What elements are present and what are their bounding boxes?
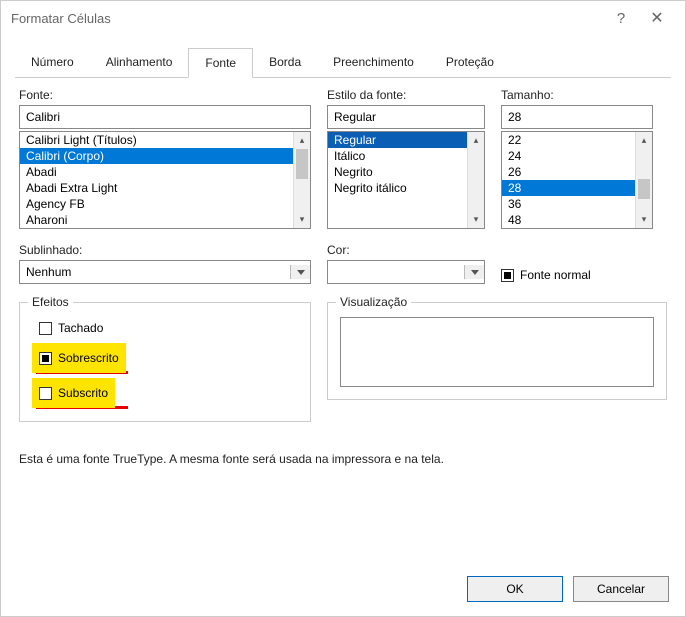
- titlebar: Formatar Células ? ✕: [1, 1, 685, 35]
- list-item[interactable]: 24: [502, 148, 652, 164]
- scroll-up-icon[interactable]: ▴: [294, 132, 310, 149]
- font-listbox[interactable]: Calibri Light (Títulos) Calibri (Corpo) …: [19, 131, 311, 229]
- preview-group: Visualização: [327, 302, 667, 400]
- list-item[interactable]: 28: [502, 180, 652, 196]
- size-listbox[interactable]: 22 24 26 28 36 48 ▴ ▾: [501, 131, 653, 229]
- list-item[interactable]: Negrito itálico: [328, 180, 484, 196]
- style-label: Estilo da fonte:: [327, 88, 485, 102]
- dialog-buttons: OK Cancelar: [467, 576, 669, 602]
- superscript-checkbox[interactable]: Sobrescrito: [36, 349, 122, 367]
- strikethrough-label: Tachado: [58, 321, 103, 335]
- underline-combo[interactable]: Nenhum: [19, 260, 311, 284]
- list-item[interactable]: 48: [502, 212, 652, 228]
- truetype-note: Esta é uma fonte TrueType. A mesma fonte…: [19, 452, 667, 466]
- superscript-label: Sobrescrito: [58, 351, 119, 365]
- scrollbar[interactable]: ▴ ▾: [293, 132, 310, 228]
- underline-label: Sublinhado:: [19, 243, 311, 257]
- style-input[interactable]: [327, 105, 485, 129]
- scroll-thumb[interactable]: [638, 179, 650, 199]
- list-item[interactable]: 36: [502, 196, 652, 212]
- preview-box: [340, 317, 654, 387]
- effects-group: Efeitos Tachado Sobrescrito: [19, 302, 311, 422]
- list-item[interactable]: Regular: [328, 132, 484, 148]
- size-input[interactable]: [501, 105, 653, 129]
- list-item[interactable]: Itálico: [328, 148, 484, 164]
- size-label: Tamanho:: [501, 88, 653, 102]
- list-item[interactable]: Abadi: [20, 164, 310, 180]
- list-item[interactable]: Aharoni: [20, 212, 310, 228]
- tab-protection[interactable]: Proteção: [430, 48, 510, 78]
- font-input[interactable]: [19, 105, 311, 129]
- tab-fill[interactable]: Preenchimento: [317, 48, 430, 78]
- tab-number[interactable]: Número: [15, 48, 90, 78]
- normal-font-checkbox[interactable]: Fonte normal: [501, 268, 591, 282]
- scroll-thumb[interactable]: [296, 149, 308, 179]
- scroll-up-icon[interactable]: ▴: [468, 132, 484, 149]
- subscript-checkbox[interactable]: Subscrito: [36, 384, 111, 402]
- style-listbox[interactable]: Regular Itálico Negrito Negrito itálico …: [327, 131, 485, 229]
- chevron-down-icon[interactable]: [290, 265, 310, 279]
- strikethrough-checkbox[interactable]: Tachado: [36, 319, 294, 337]
- list-item[interactable]: 22: [502, 132, 652, 148]
- list-item[interactable]: Calibri Light (Títulos): [20, 132, 310, 148]
- color-label: Cor:: [327, 243, 485, 257]
- scrollbar[interactable]: ▴ ▾: [467, 132, 484, 228]
- normal-font-label: Fonte normal: [520, 268, 591, 282]
- close-icon[interactable]: ✕: [639, 8, 675, 28]
- preview-legend: Visualização: [336, 295, 411, 309]
- list-item[interactable]: Negrito: [328, 164, 484, 180]
- list-item[interactable]: Calibri (Corpo): [20, 148, 310, 164]
- scroll-down-icon[interactable]: ▾: [468, 211, 484, 228]
- cancel-button[interactable]: Cancelar: [573, 576, 669, 602]
- tab-strip: Número Alinhamento Fonte Borda Preenchim…: [15, 47, 671, 78]
- help-icon[interactable]: ?: [603, 10, 639, 27]
- scroll-up-icon[interactable]: ▴: [636, 132, 652, 149]
- format-cells-dialog: Formatar Células ? ✕ Número Alinhamento …: [0, 0, 686, 617]
- font-label: Fonte:: [19, 88, 311, 102]
- color-combo[interactable]: [327, 260, 485, 284]
- chevron-down-icon[interactable]: [464, 265, 484, 279]
- scroll-down-icon[interactable]: ▾: [294, 211, 310, 228]
- list-item[interactable]: Abadi Extra Light: [20, 180, 310, 196]
- font-panel: Fonte: Calibri Light (Títulos) Calibri (…: [1, 78, 685, 422]
- list-item[interactable]: 26: [502, 164, 652, 180]
- tab-border[interactable]: Borda: [253, 48, 317, 78]
- ok-button[interactable]: OK: [467, 576, 563, 602]
- effects-legend: Efeitos: [28, 295, 73, 309]
- scroll-down-icon[interactable]: ▾: [636, 211, 652, 228]
- tab-font[interactable]: Fonte: [188, 48, 253, 78]
- tab-alignment[interactable]: Alinhamento: [90, 48, 189, 78]
- window-title: Formatar Células: [11, 11, 603, 26]
- subscript-label: Subscrito: [58, 386, 108, 400]
- scrollbar[interactable]: ▴ ▾: [635, 132, 652, 228]
- underline-value: Nenhum: [26, 265, 71, 279]
- list-item[interactable]: Agency FB: [20, 196, 310, 212]
